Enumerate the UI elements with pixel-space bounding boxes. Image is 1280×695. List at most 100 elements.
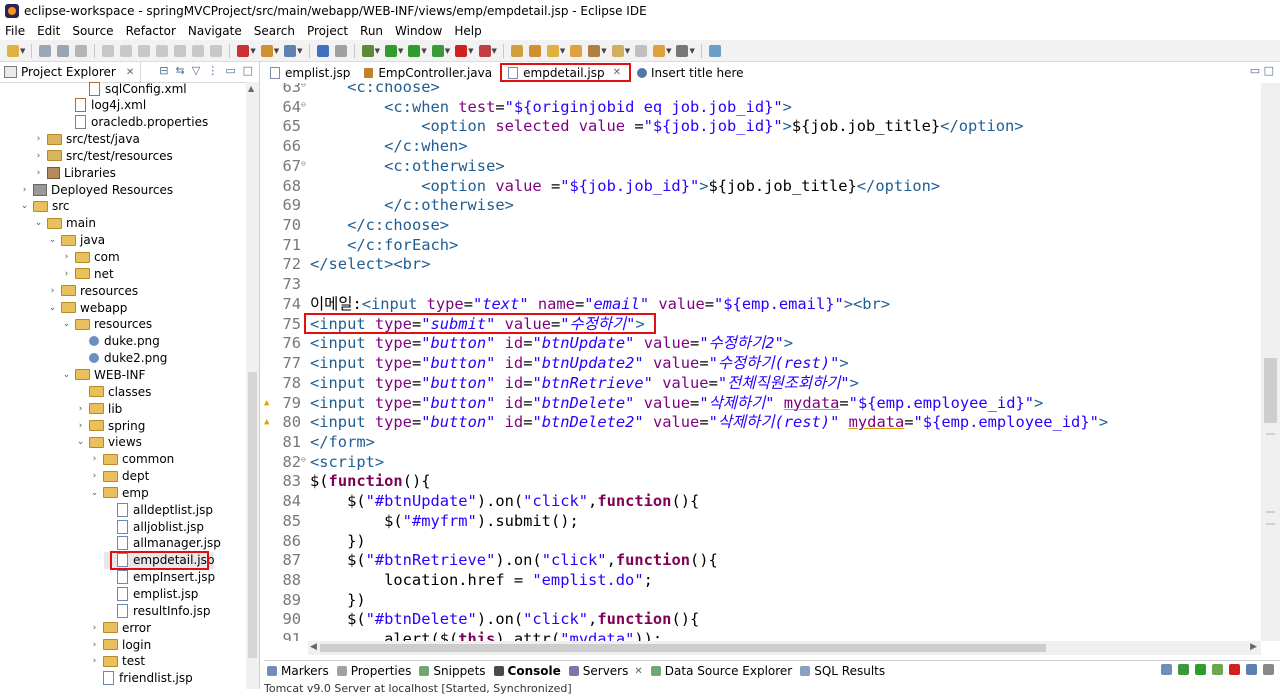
new-icon[interactable] [7,44,19,57]
tree-item[interactable]: sqlConfig.xml [76,82,187,97]
editor-horizontal-scroll-thumb[interactable] [320,644,1046,652]
clean-icon[interactable] [1263,664,1274,675]
dropdown-arrow-icon[interactable]: ▼ [625,47,630,55]
editor-tab[interactable]: empdetail.jsp ✕ [500,63,631,82]
chevron-down-icon[interactable]: ⌄ [34,218,43,228]
search-icon[interactable] [546,44,559,57]
chevron-down-icon[interactable]: ⌄ [76,437,85,447]
skip-icon[interactable] [102,44,115,57]
debug-icon[interactable] [361,44,374,57]
tree-item[interactable]: › dept [90,468,150,485]
project-explorer-tab[interactable]: Project Explorer ✕ [0,62,142,82]
bottom-tab-snippets[interactable]: Snippets [416,664,490,678]
tree-item[interactable]: ⌄ views [76,434,142,451]
dropdown-arrow-icon[interactable]: ▼ [398,47,403,55]
tree-item[interactable]: duke.png [76,333,160,350]
menu-search[interactable]: Search [248,24,301,38]
task-icon[interactable] [334,44,347,57]
dropdown-arrow-icon[interactable]: ▼ [421,47,426,55]
dropdown-arrow-icon[interactable]: ▼ [250,47,255,55]
dropdown-arrow-icon[interactable]: ▼ [445,47,450,55]
bottom-tab-markers[interactable]: Markers [264,664,334,678]
menu-project[interactable]: Project [301,24,354,38]
dropdown-arrow-icon[interactable]: ▼ [468,47,473,55]
tree-item[interactable]: › net [62,265,114,282]
tree-item[interactable]: › src/test/resources [34,147,173,164]
tree-item[interactable]: ⌄ webapp [48,299,128,316]
close-icon[interactable]: ✕ [634,666,642,677]
tree-item[interactable]: allmanager.jsp [104,535,221,552]
tree-item[interactable]: ⌄ emp [90,484,149,501]
chevron-right-icon[interactable]: › [90,656,99,666]
tree-item[interactable]: emplist.jsp [104,586,198,603]
tree-item[interactable]: › spring [76,417,146,434]
stop-server-icon[interactable] [1229,664,1240,675]
menu-edit[interactable]: Edit [31,24,66,38]
chevron-right-icon[interactable]: › [34,134,43,144]
tree-item[interactable]: › com [62,249,120,266]
tree-item[interactable]: › login [90,636,152,653]
filter-icon[interactable]: ▽ [192,64,200,77]
chevron-right-icon[interactable]: › [90,471,99,481]
resume-icon[interactable] [120,44,133,57]
dropdown-arrow-icon[interactable]: ▼ [601,47,606,55]
dropdown-arrow-icon[interactable]: ▼ [375,47,380,55]
tree-item[interactable]: resultInfo.jsp [104,602,210,619]
dropdown-arrow-icon[interactable]: ▼ [492,47,497,55]
link-editor-icon[interactable]: ⇆ [176,64,185,77]
editor-vertical-scroll-thumb[interactable] [1264,358,1277,423]
fold-toggle-icon[interactable]: ⊖ [301,95,306,115]
bottom-tab-console[interactable]: Console [491,664,566,678]
tree-item[interactable]: log4j.xml [62,97,146,114]
chevron-right-icon[interactable]: › [90,623,99,633]
tree-item[interactable]: duke2.png [76,350,167,367]
tree-item[interactable]: › test [90,653,145,670]
tree-item[interactable]: › error [90,619,151,636]
editor-tab[interactable]: EmpController.java [358,62,500,83]
step-over-icon[interactable] [192,44,205,57]
chevron-right-icon[interactable]: › [34,151,43,161]
editor-tab[interactable]: Insert title here [631,62,752,83]
publish-icon[interactable] [1246,664,1257,675]
dropdown-arrow-icon[interactable]: ▼ [20,47,25,55]
annotation-icon[interactable] [588,44,601,57]
stop-icon[interactable] [455,44,468,57]
fold-toggle-icon[interactable]: ⊖ [301,450,306,470]
chevron-down-icon[interactable]: ⌄ [62,370,71,380]
tree-item[interactable]: › common [90,451,175,468]
minimize-icon[interactable]: ▭ [225,64,235,77]
menu-window[interactable]: Window [389,24,448,38]
explorer-scrollbar[interactable]: ▲ [246,82,259,689]
servers-icon[interactable] [478,44,491,57]
coverage-icon[interactable] [408,44,421,57]
step-return-icon[interactable] [210,44,223,57]
next-annotation-icon[interactable] [611,44,624,57]
tree-item[interactable]: empInsert.jsp [104,569,215,586]
bottom-tab-data-source-explorer[interactable]: Data Source Explorer [648,664,797,678]
tree-item[interactable]: › src/test/java [34,131,140,148]
tree-item[interactable]: › resources [48,282,138,299]
code-editor[interactable]: 63 ⊖ <c:choose> 64 ⊖ <c:when test="${origin… [264,83,1261,641]
save-all-icon[interactable] [57,44,70,57]
run-icon[interactable] [384,44,397,57]
explorer-scroll-thumb[interactable] [248,372,257,658]
chevron-down-icon[interactable]: ⌄ [48,303,57,313]
scroll-left-icon[interactable]: ◀ [310,642,317,652]
close-icon[interactable]: ✕ [613,67,621,78]
collapse-all-icon[interactable] [1161,664,1172,675]
menu-navigate[interactable]: Navigate [182,24,248,38]
tree-item[interactable]: › Libraries [34,164,116,181]
terminate-icon[interactable] [156,44,169,57]
tree-item[interactable]: friendlist.jsp [90,670,193,687]
chevron-right-icon[interactable]: › [62,269,71,279]
dropdown-arrow-icon[interactable]: ▼ [666,47,671,55]
chevron-right-icon[interactable]: › [48,286,57,296]
dropdown-arrow-icon[interactable]: ▼ [297,47,302,55]
tree-item[interactable]: › Deployed Resources [20,181,173,198]
tasks-icon[interactable] [260,44,273,57]
open-task-icon[interactable] [528,44,541,57]
menu-refactor[interactable]: Refactor [120,24,182,38]
fold-toggle-icon[interactable]: ⊖ [301,154,306,174]
step-into-icon[interactable] [174,44,187,57]
save-icon[interactable] [39,44,52,57]
